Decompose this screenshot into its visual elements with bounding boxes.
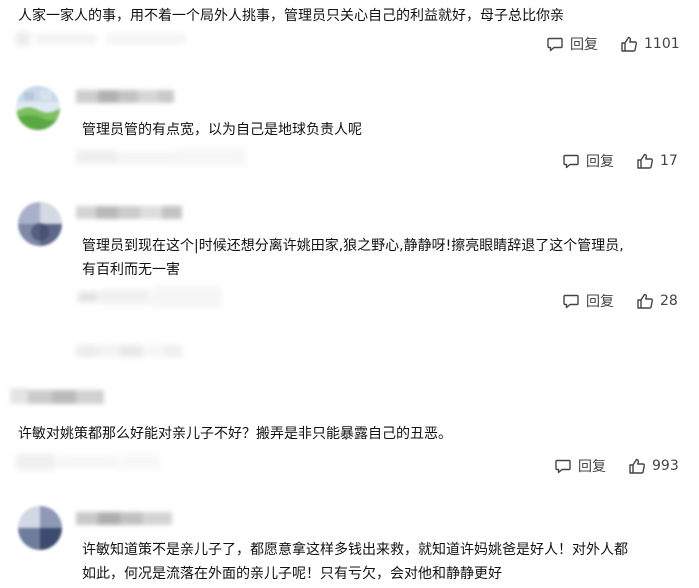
avatar[interactable] — [16, 86, 60, 130]
comment-text-line-2: 如此，何况是流落在外面的亲儿子呢！只有亏欠，会对他和静静更好 — [82, 566, 502, 582]
comment-text: 人家一家人的事，用不着一个局外人挑事，管理员只关心自己的利益就好，母子总比你亲 — [18, 8, 564, 24]
comment-actions: 回复 993 — [554, 456, 679, 476]
comment-bubble-icon — [546, 35, 564, 53]
avatar[interactable] — [18, 506, 62, 550]
thumbs-up-icon — [620, 35, 638, 53]
redacted-meta — [76, 340, 186, 362]
reply-label: 回复 — [578, 459, 606, 475]
like-count: 28 — [660, 293, 678, 309]
comment-text-line-1: 管理员到现在这个|时候还想分离许姚田家,狼之野心,静静呀!擦亮眼睛辞退了这个管理… — [82, 238, 624, 254]
redacted-meta — [76, 146, 256, 170]
avatar[interactable] — [18, 202, 62, 246]
comment-text: 管理员管的有点宽，以为自己是地球负责人呢 — [82, 122, 362, 138]
comment-actions: 回复 1101 — [546, 34, 680, 54]
comment-bubble-icon — [562, 292, 580, 310]
redacted-username — [76, 202, 186, 222]
comment-bubble-icon — [554, 457, 572, 475]
like-count: 993 — [652, 458, 679, 474]
thumbs-up-icon — [636, 292, 654, 310]
redacted-username — [10, 386, 110, 408]
like-button[interactable]: 993 — [628, 457, 679, 475]
like-count: 1101 — [644, 36, 680, 52]
thumbs-up-icon — [636, 152, 654, 170]
comment-bubble-icon — [562, 152, 580, 170]
like-button[interactable]: 17 — [636, 152, 678, 170]
reply-button[interactable]: 回复 — [546, 34, 598, 54]
reply-button[interactable]: 回复 — [554, 456, 606, 476]
comment-text-line-1: 许敏知道策不是亲儿子了，都愿意拿这样多钱出来救，就知道许妈姚爸是好人！对外人都 — [82, 542, 628, 558]
comment-text: 许敏对姚策都那么好能对亲儿子不好？搬弄是非只能暴露自己的丑恶。 — [18, 426, 452, 442]
redacted-meta — [16, 30, 196, 48]
reply-button[interactable]: 回复 — [562, 151, 614, 171]
like-count: 17 — [660, 153, 678, 169]
comment-actions: 回复 17 — [562, 151, 678, 171]
reply-label: 回复 — [586, 294, 614, 310]
like-button[interactable]: 28 — [636, 292, 678, 310]
redacted-username — [76, 508, 176, 528]
like-button[interactable]: 1101 — [620, 35, 680, 53]
reply-button[interactable]: 回复 — [562, 291, 614, 311]
comment-text-line-2: 有百利而无一害 — [82, 262, 180, 278]
redacted-meta — [16, 450, 166, 476]
reply-label: 回复 — [586, 154, 614, 170]
redacted-meta — [76, 284, 226, 310]
redacted-username — [76, 86, 176, 106]
reply-label: 回复 — [570, 37, 598, 53]
thumbs-up-icon — [628, 457, 646, 475]
comment-actions: 回复 28 — [562, 291, 678, 311]
